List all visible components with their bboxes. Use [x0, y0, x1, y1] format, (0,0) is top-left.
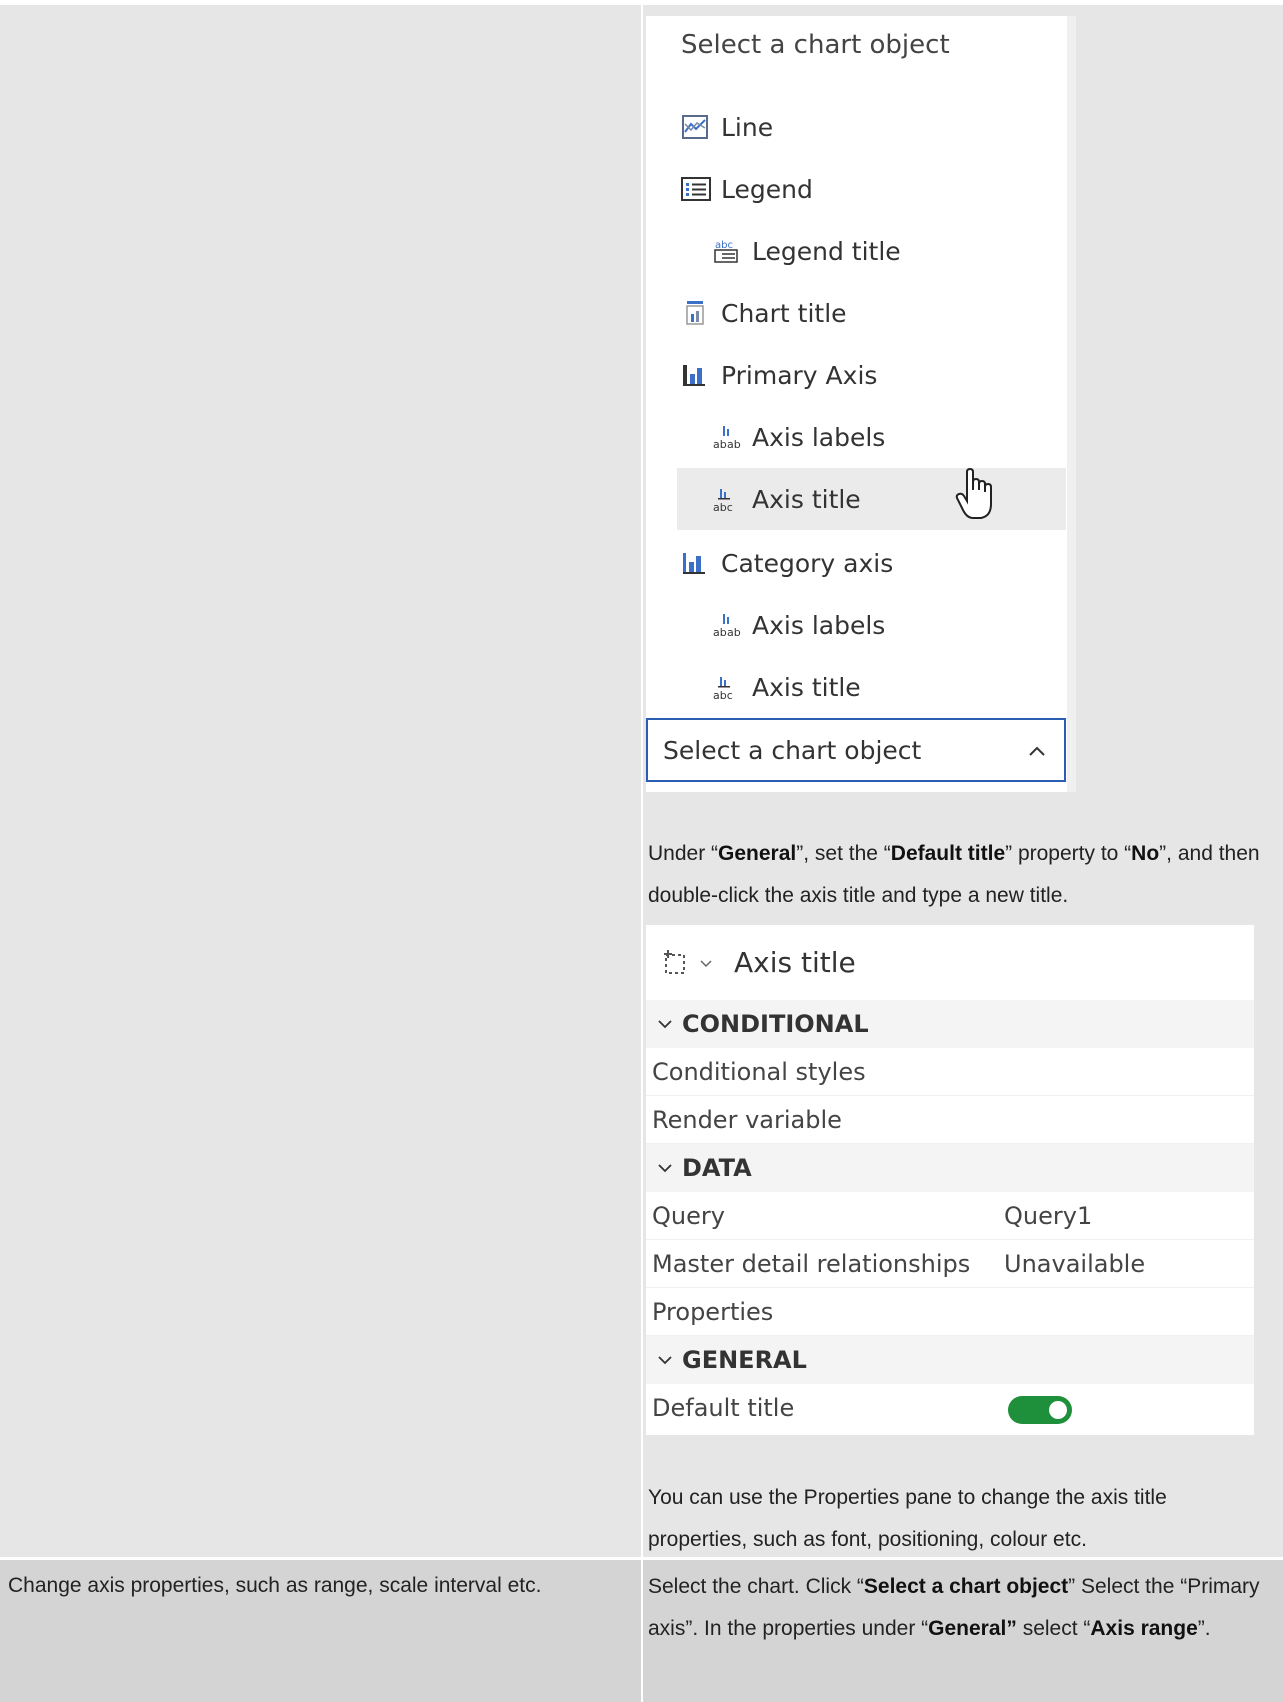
menu-item-line[interactable]: Line — [646, 96, 1066, 158]
properties-pane-screenshot: Axis title CONDITIONAL Conditional style… — [646, 925, 1254, 1435]
svg-text:abc: abc — [713, 689, 733, 700]
bold-text: General” — [928, 1617, 1017, 1640]
menu-item-primary-axis[interactable]: Primary Axis — [646, 344, 1066, 406]
properties-title: Axis title — [734, 946, 856, 979]
axis-title-icon: abc — [713, 677, 733, 700]
bold-text: Select a chart object — [863, 1575, 1069, 1598]
table-cell-left: Change axis properties, such as range, s… — [0, 1560, 641, 1702]
menu-item-legend-title[interactable]: abc Legend title — [646, 220, 1066, 282]
svg-text:ab: ab — [713, 626, 727, 638]
menu-item-label: Line — [721, 112, 774, 142]
properties-header: Axis title — [646, 925, 1254, 1000]
property-label: Properties — [652, 1297, 774, 1326]
section-label: DATA — [682, 1154, 752, 1182]
menu-item-label: Axis title — [752, 484, 861, 514]
svg-text:ab: ab — [713, 438, 727, 450]
property-row-default-title: Default title — [646, 1384, 1254, 1432]
property-row-query[interactable]: Query Query1 — [646, 1192, 1254, 1240]
svg-text:ab: ab — [727, 438, 741, 450]
table-cell-left — [0, 5, 641, 1557]
svg-text:ab: ab — [727, 626, 741, 638]
document-page: Select a chart object Line Legend abc Le… — [0, 0, 1283, 1702]
menu-item-category-axis[interactable]: Category axis — [646, 532, 1066, 594]
menu-item-axis-title-highlighted[interactable]: abc Axis title — [677, 468, 1066, 530]
menu-item-chart-title[interactable]: Chart title — [646, 282, 1066, 344]
property-value: Query1 — [1004, 1201, 1093, 1230]
axis-labels-icon: ab ab — [713, 426, 741, 450]
menu-item-label: Axis labels — [752, 422, 886, 452]
section-label: GENERAL — [682, 1346, 807, 1374]
property-label: Default title — [652, 1394, 795, 1422]
chevron-down-icon[interactable] — [698, 955, 714, 971]
property-label: Master detail relationships — [652, 1249, 971, 1278]
property-label: Conditional styles — [652, 1057, 866, 1086]
menu-item-label: Legend — [721, 174, 813, 204]
bold-text: No — [1131, 842, 1160, 865]
menu-item-axis-labels-2[interactable]: ab ab Axis labels — [646, 594, 1066, 656]
menu-item-label: Primary Axis — [721, 360, 878, 390]
menu-scroll-edge — [1067, 16, 1076, 792]
menu-header: Select a chart object — [681, 30, 950, 60]
chart-object-select[interactable]: Select a chart object — [646, 718, 1066, 782]
text: Select the chart. Click “ — [648, 1575, 864, 1598]
section-data[interactable]: DATA — [646, 1144, 1254, 1192]
text: ”. — [1197, 1617, 1211, 1640]
task-description: Change axis properties, such as range, s… — [8, 1574, 542, 1597]
menu-item-legend[interactable]: Legend — [646, 158, 1066, 220]
text: Under “ — [648, 842, 719, 865]
menu-item-axis-title-2[interactable]: abc Axis title — [646, 656, 1066, 718]
legend-title-icon: abc — [714, 240, 738, 263]
hand-pointer-icon — [955, 468, 992, 519]
line-chart-icon — [682, 115, 708, 139]
primary-axis-icon — [683, 365, 705, 386]
menu-item-label: Chart title — [721, 298, 847, 328]
instruction-paragraph-3: Select the chart. Click “Select a chart … — [648, 1566, 1278, 1650]
text: ”, set the “ — [796, 842, 891, 865]
default-title-toggle[interactable] — [1008, 1396, 1072, 1424]
menu-item-axis-labels[interactable]: ab ab Axis labels — [646, 406, 1066, 468]
select-label: Select a chart object — [663, 735, 922, 765]
text: ” property to “ — [1005, 842, 1132, 865]
chevron-down-icon — [658, 1356, 672, 1365]
chevron-down-icon — [658, 1164, 672, 1173]
table-row: Change axis properties, such as range, s… — [0, 1560, 1283, 1702]
legend-icon — [681, 177, 711, 201]
axis-labels-icon: ab ab — [713, 614, 741, 638]
menu-item-label: Legend title — [752, 236, 901, 266]
property-label: Query — [652, 1201, 725, 1230]
text: select “ — [1016, 1617, 1091, 1640]
menu-item-label: Axis title — [752, 672, 861, 702]
menu-item-label: Category axis — [721, 548, 894, 578]
section-conditional[interactable]: CONDITIONAL — [646, 1000, 1254, 1048]
instruction-paragraph-2: You can use the Properties pane to chang… — [648, 1486, 1167, 1551]
property-row-properties[interactable]: Properties — [646, 1288, 1254, 1336]
property-row-render-variable[interactable]: Render variable — [646, 1096, 1254, 1144]
chart-object-menu-screenshot: Select a chart object Line Legend abc Le… — [646, 16, 1076, 792]
property-row-master-detail[interactable]: Master detail relationships Unavailable — [646, 1240, 1254, 1288]
table-cell-right: Select the chart. Click “Select a chart … — [643, 1560, 1283, 1702]
select-ancestor-icon[interactable] — [662, 949, 690, 977]
bold-text: General — [718, 842, 797, 865]
section-label: CONDITIONAL — [682, 1010, 869, 1038]
bold-text: Default title — [890, 842, 1006, 865]
bold-text: Axis range — [1090, 1617, 1198, 1640]
chevron-down-icon — [658, 1020, 672, 1029]
category-axis-icon — [683, 553, 705, 574]
toggle-knob — [1049, 1401, 1067, 1419]
property-row-conditional-styles[interactable]: Conditional styles — [646, 1048, 1254, 1096]
chevron-up-icon — [1029, 746, 1045, 756]
property-value: Unavailable — [1004, 1249, 1146, 1278]
axis-title-icon: abc — [713, 489, 733, 512]
menu-item-label: Axis labels — [752, 610, 886, 640]
svg-text:abc: abc — [713, 501, 733, 512]
instruction-paragraph-1: Under “General”, set the “Default title”… — [648, 833, 1268, 917]
chart-title-icon — [686, 301, 704, 325]
section-general[interactable]: GENERAL — [646, 1336, 1254, 1384]
property-label: Render variable — [652, 1105, 842, 1134]
